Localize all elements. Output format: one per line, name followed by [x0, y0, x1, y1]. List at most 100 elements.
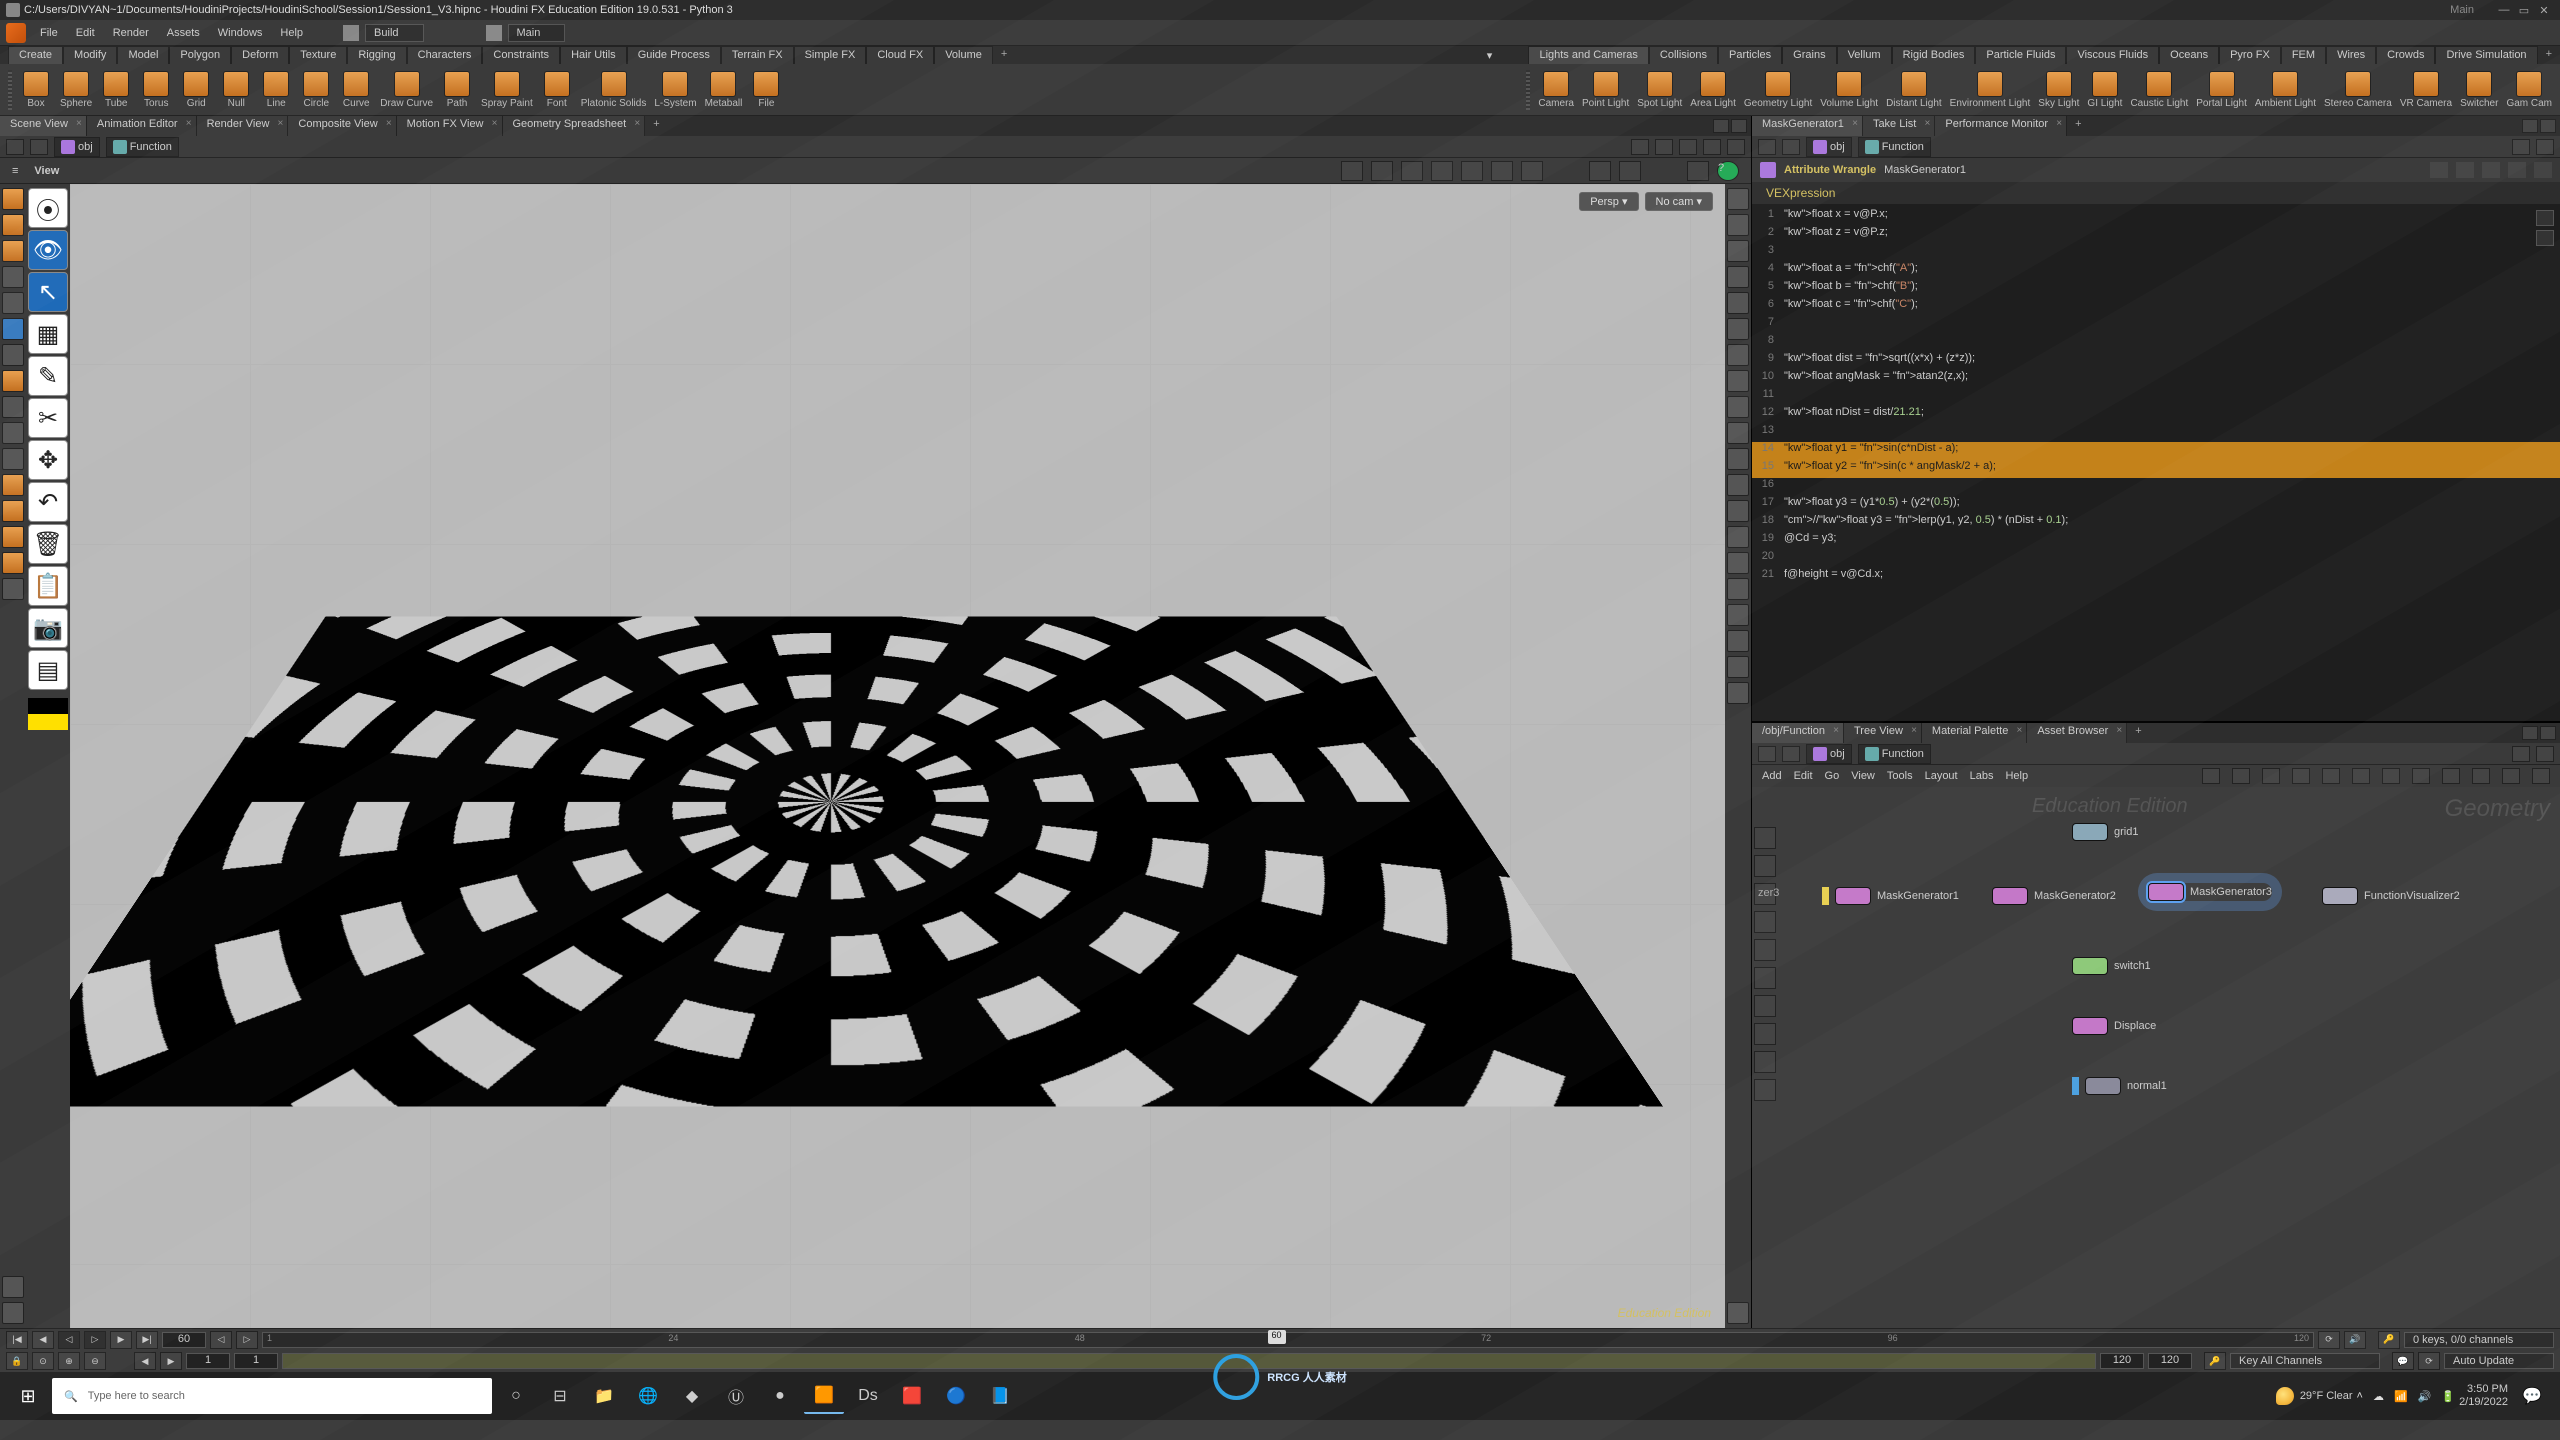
range-nav-button[interactable]: ◀ [134, 1352, 156, 1370]
current-frame-field[interactable]: 60 [162, 1332, 206, 1348]
shelf-tab[interactable]: Polygon [169, 46, 231, 64]
pathbar-button[interactable] [1703, 139, 1721, 155]
view-tool-button[interactable] [1431, 161, 1453, 181]
shelf-tool[interactable]: Path [441, 71, 473, 109]
code-line[interactable]: 11 [1752, 388, 2560, 406]
timeline-last-button[interactable]: ▶| [136, 1331, 158, 1349]
cook-icon[interactable]: ⟳ [2418, 1352, 2440, 1370]
path-function[interactable]: Function [106, 137, 179, 157]
view-tool-select[interactable]: ↖ [28, 272, 68, 312]
shelf-tool[interactable]: Metaball [705, 71, 743, 109]
end-frame-field[interactable]: 120 [2148, 1353, 2192, 1369]
tray-volume-icon[interactable]: 🔊 [2418, 1390, 2432, 1403]
pane-pin-button[interactable] [2522, 726, 2538, 740]
shelf-tab[interactable]: Vellum [1837, 46, 1892, 64]
pane-tab[interactable]: Performance Monitor× [1935, 116, 2067, 136]
code-line[interactable]: 19@Cd = y3; [1752, 532, 2560, 550]
timeline-step-fwd[interactable]: ▷ [236, 1331, 258, 1349]
close-tab-icon[interactable]: × [2116, 725, 2122, 736]
view-tool-trash[interactable]: 🗑 [28, 524, 68, 564]
shelf-tab[interactable]: Drive Simulation [2435, 46, 2537, 64]
net-button[interactable] [2322, 768, 2340, 784]
timeline-realtime-button[interactable]: ⟳ [2318, 1331, 2340, 1349]
shelf-tab[interactable]: Pyro FX [2219, 46, 2281, 64]
network-menu-item[interactable]: Tools [1887, 770, 1913, 782]
shelf-tab[interactable]: Texture [289, 46, 347, 64]
net-button[interactable] [2202, 768, 2220, 784]
notifications-icon[interactable]: 💬 [2512, 1378, 2552, 1414]
view-tool-eye[interactable]: 👁 [28, 230, 68, 270]
close-tab-icon[interactable]: × [1911, 725, 1917, 736]
pane-tab[interactable]: Take List× [1863, 116, 1935, 136]
display-option-icon[interactable] [1727, 370, 1749, 392]
shelf-tool[interactable]: Circle [300, 71, 332, 109]
color-swatch[interactable] [28, 698, 68, 730]
shelf-tool[interactable]: Curve [340, 71, 372, 109]
desktop-select[interactable]: Build [365, 24, 423, 42]
display-option-icon[interactable] [1727, 552, 1749, 574]
tool-icon[interactable] [2, 578, 24, 600]
shelf-tool[interactable]: Grid [180, 71, 212, 109]
shelf-tool[interactable]: Environment Light [1950, 71, 2031, 109]
viewport[interactable]: Persp ▾ No cam ▾ Education Edition [70, 184, 1725, 1328]
display-option-icon[interactable] [1727, 344, 1749, 366]
substance-icon[interactable]: Ds [848, 1378, 888, 1414]
line-content[interactable]: "kw">float x = v@P.x; [1784, 208, 2560, 226]
shelf-tool[interactable]: Ambient Light [2255, 71, 2316, 109]
pane-add-tab[interactable]: + [645, 116, 667, 136]
node-displace[interactable]: Displace [2072, 1017, 2156, 1035]
code-line[interactable]: 10"kw">float angMask = "fn">atan2(z,x); [1752, 370, 2560, 388]
app-icon[interactable]: 🔵 [936, 1378, 976, 1414]
close-tab-icon[interactable]: × [2017, 725, 2023, 736]
close-tab-icon[interactable]: × [76, 118, 82, 129]
code-line[interactable]: 18"cm">//"kw">float y3 = "fn">lerp(y1, y… [1752, 514, 2560, 532]
shelf-tool[interactable]: L-System [654, 71, 696, 109]
node-name-label[interactable]: MaskGenerator1 [1884, 164, 1966, 176]
path-function[interactable]: Function [1858, 744, 1931, 764]
node-switch1[interactable]: switch1 [2072, 957, 2151, 975]
line-content[interactable]: "kw">float dist = "fn">sqrt((x*x) + (z*z… [1784, 352, 2560, 370]
expand-icon[interactable] [2536, 210, 2554, 226]
display-option-icon[interactable] [1727, 266, 1749, 288]
net-button[interactable] [2382, 768, 2400, 784]
node-maskgen2[interactable]: MaskGenerator2 [1992, 887, 2116, 905]
expand-button[interactable] [2536, 746, 2554, 762]
timeline-first-button[interactable]: |◀ [6, 1331, 28, 1349]
line-content[interactable] [1784, 550, 2560, 568]
display-option-icon[interactable] [1727, 474, 1749, 496]
shelf-tab[interactable]: Characters [407, 46, 483, 64]
pane-tab[interactable]: MaskGenerator1× [1752, 116, 1863, 136]
shelf-tool[interactable]: Draw Curve [380, 71, 433, 109]
code-line[interactable]: 5"kw">float b = "fn">chf("B"); [1752, 280, 2560, 298]
pathbar-button[interactable] [1655, 139, 1673, 155]
shelf-tab[interactable]: Simple FX [794, 46, 867, 64]
tray-onedrive-icon[interactable]: ☁ [2373, 1390, 2384, 1403]
nav-back-button[interactable] [1758, 746, 1776, 762]
view-tool-undo[interactable]: ↶ [28, 482, 68, 522]
shelf-tool[interactable]: Sky Light [2038, 71, 2079, 109]
pane-add-tab[interactable]: + [2127, 723, 2149, 743]
timeline-track[interactable]: 124487296120 60 [262, 1332, 2314, 1348]
view-tool-button[interactable] [1589, 161, 1611, 181]
pane-tab[interactable]: Tree View× [1844, 723, 1922, 743]
shelf-tab[interactable]: Guide Process [627, 46, 721, 64]
close-button[interactable]: ✕ [2534, 2, 2554, 18]
node-grid1[interactable]: grid1 [2072, 823, 2138, 841]
app-icon[interactable]: ◆ [672, 1378, 712, 1414]
scope-icon[interactable]: 🔑 [2204, 1352, 2226, 1370]
view-tool-button[interactable] [1401, 161, 1423, 181]
taskbar-clock[interactable]: 3:50 PM 2/19/2022 [2459, 1383, 2508, 1409]
code-line[interactable]: 12"kw">float nDist = dist/21.21; [1752, 406, 2560, 424]
shelf-tool[interactable]: Font [541, 71, 573, 109]
code-line[interactable]: 6"kw">float c = "fn">chf("C"); [1752, 298, 2560, 316]
menu-assets[interactable]: Assets [159, 24, 208, 42]
view-tool-lasso[interactable]: ✎ [28, 356, 68, 396]
network-menu-item[interactable]: Add [1762, 770, 1782, 782]
menu-edit[interactable]: Edit [68, 24, 103, 42]
line-content[interactable] [1784, 244, 2560, 262]
camera-persp-badge[interactable]: Persp ▾ [1579, 192, 1638, 211]
start-button[interactable]: ⊞ [8, 1378, 48, 1414]
close-tab-icon[interactable]: × [186, 118, 192, 129]
net-button[interactable] [2412, 768, 2430, 784]
net-options-icon[interactable] [2532, 768, 2550, 784]
